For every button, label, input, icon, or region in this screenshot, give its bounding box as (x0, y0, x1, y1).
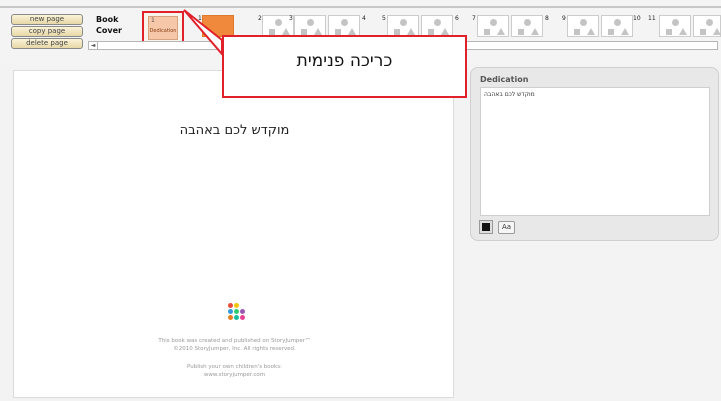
page-thumb[interactable] (477, 15, 509, 37)
shape-circle-icon (275, 19, 282, 26)
shape-circle-icon (434, 19, 441, 26)
shape-square-icon (484, 29, 490, 35)
current-page-label: Dedication (149, 28, 177, 34)
shape-circle-icon (672, 19, 679, 26)
shape-triangle-icon (621, 28, 629, 35)
page-thumb[interactable] (294, 15, 326, 37)
shape-triangle-icon (314, 28, 322, 35)
dedication-textarea[interactable]: מוקדש לכם באהבה (480, 87, 710, 216)
page-thumb[interactable] (601, 15, 633, 37)
credit-line: ©2010 StoryJumper, Inc. All rights reser… (173, 346, 296, 352)
shape-circle-icon (580, 19, 587, 26)
shape-square-icon (700, 29, 706, 35)
page-thumb[interactable] (693, 15, 721, 37)
current-page-number: 1 (151, 17, 155, 24)
shape-triangle-icon (587, 28, 595, 35)
page-number: 6 (455, 15, 459, 22)
page-number: 5 (382, 15, 386, 22)
page-canvas[interactable]: מוקדש לכם באהבה This book was created an… (13, 70, 454, 398)
page-number: 10 (633, 15, 641, 22)
shape-triangle-icon (679, 28, 687, 35)
page-thumb[interactable] (511, 15, 543, 37)
text-panel: Dedication מוקדש לכם באהבה Aa (470, 67, 719, 241)
top-divider (0, 6, 721, 8)
shape-circle-icon (400, 19, 407, 26)
page-text[interactable]: מוקדש לכם באהבה (14, 123, 455, 138)
page-thumb[interactable] (659, 15, 691, 37)
page-thumb[interactable] (387, 15, 419, 37)
shape-square-icon (666, 29, 672, 35)
annotation-text: כריכה פנימית (296, 51, 393, 71)
shape-circle-icon (341, 19, 348, 26)
shape-circle-icon (524, 19, 531, 26)
shape-square-icon (608, 29, 614, 35)
page-number: 7 (472, 15, 476, 22)
delete-page-button[interactable]: delete page (11, 38, 83, 49)
page-thumb[interactable] (567, 15, 599, 37)
book-cover-label-1: Book (96, 15, 119, 24)
scroll-left-arrow-icon[interactable]: ◄ (89, 42, 98, 49)
book-cover-label-2: Cover (96, 26, 122, 35)
credit-link[interactable]: www.storyjumper.com (14, 372, 455, 379)
page-number: 3 (289, 15, 293, 22)
shape-triangle-icon (407, 28, 415, 35)
shape-circle-icon (307, 19, 314, 26)
shape-square-icon (518, 29, 524, 35)
page-thumb[interactable] (328, 15, 360, 37)
shape-triangle-icon (531, 28, 539, 35)
current-page-thumb[interactable]: 1 Dedication (142, 11, 184, 45)
shape-triangle-icon (282, 28, 290, 35)
current-page-thumb-preview: 1 Dedication (148, 16, 178, 40)
shape-triangle-icon (348, 28, 356, 35)
shape-circle-icon (706, 19, 713, 26)
credit-line: This book was created and published on S… (158, 338, 311, 344)
copy-page-button[interactable]: copy page (11, 26, 83, 37)
shape-circle-icon (490, 19, 497, 26)
shape-triangle-icon (441, 28, 449, 35)
shape-triangle-icon (497, 28, 505, 35)
text-color-button[interactable] (479, 220, 493, 234)
page-number: 8 (545, 15, 549, 22)
storyjumper-logo (228, 303, 246, 325)
page-number: 4 (362, 15, 366, 22)
page-number: 11 (648, 15, 656, 22)
page-number: 9 (562, 15, 566, 22)
new-page-button[interactable]: new page (11, 14, 83, 25)
page-thumb-orange[interactable] (202, 15, 234, 37)
shape-circle-icon (614, 19, 621, 26)
page-thumb[interactable] (421, 15, 453, 37)
dedication-text-value: מוקדש לכם באהבה (484, 91, 535, 98)
annotation-callout: כריכה פנימית (222, 35, 467, 98)
font-button[interactable]: Aa (498, 221, 515, 234)
panel-title: Dedication (480, 75, 529, 84)
shape-triangle-icon (713, 28, 721, 35)
credit-line: Publish your own children's books: (187, 364, 282, 370)
shape-square-icon (574, 29, 580, 35)
book-cover-thumb[interactable]: Book Cover (96, 14, 136, 38)
